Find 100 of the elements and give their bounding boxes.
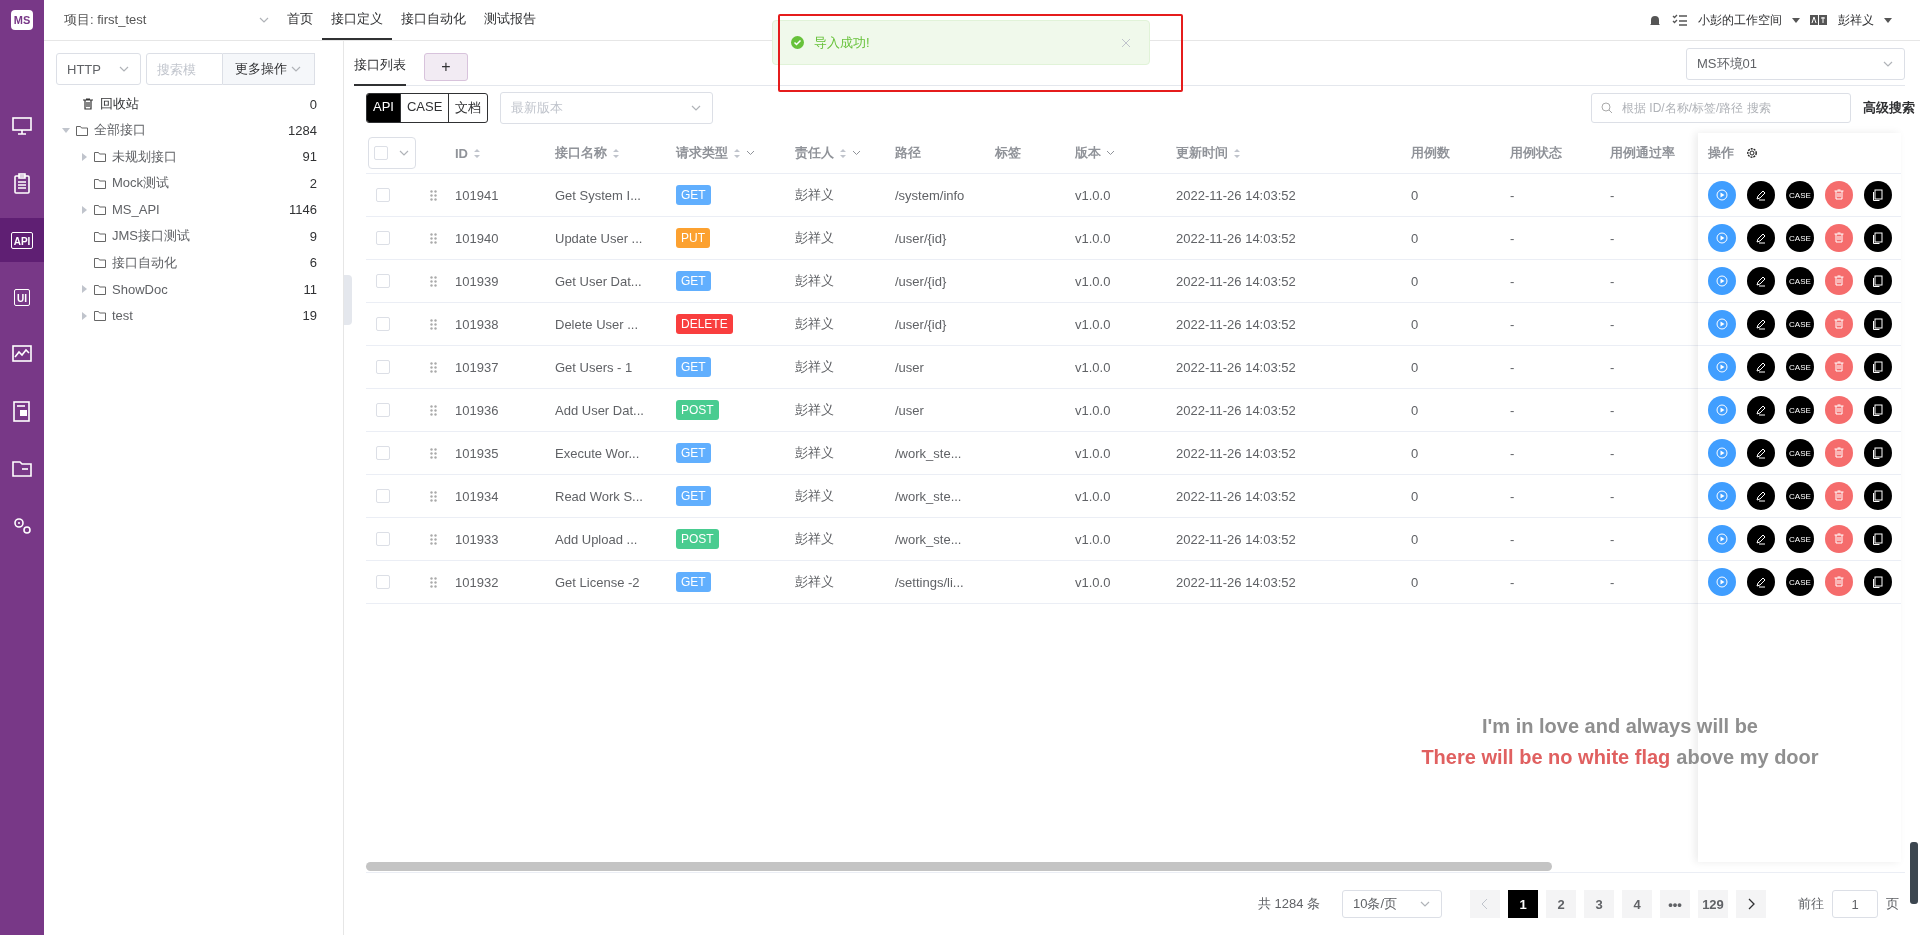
copy-button[interactable]: [1864, 482, 1892, 510]
nav-tab[interactable]: 首页: [278, 0, 322, 40]
sort-icon[interactable]: [612, 147, 620, 159]
search-field[interactable]: 根据 ID/名称/标签/路径 搜索: [1591, 93, 1851, 123]
run-button[interactable]: [1708, 224, 1736, 252]
filter-caret-icon[interactable]: [1106, 149, 1115, 157]
run-button[interactable]: [1708, 439, 1736, 467]
row-checkbox[interactable]: [376, 188, 390, 202]
case-button[interactable]: CASE: [1786, 353, 1814, 381]
copy-button[interactable]: [1864, 310, 1892, 338]
drag-handle-icon[interactable]: [430, 404, 437, 416]
nav-tab[interactable]: 接口自动化: [392, 0, 475, 40]
bell-icon[interactable]: [1648, 13, 1662, 27]
mode-toggle[interactable]: API: [367, 94, 400, 122]
copy-button[interactable]: [1864, 267, 1892, 295]
advanced-search-link[interactable]: 高级搜索: [1863, 99, 1915, 117]
mode-toggle[interactable]: 文档: [448, 94, 488, 122]
edit-button[interactable]: [1747, 181, 1775, 209]
run-button[interactable]: [1708, 525, 1736, 553]
tree-item[interactable]: 接口自动化: [112, 253, 304, 272]
edit-button[interactable]: [1747, 224, 1775, 252]
drag-handle-icon[interactable]: [430, 275, 437, 287]
row-checkbox[interactable]: [376, 446, 390, 460]
row-checkbox[interactable]: [376, 274, 390, 288]
add-tab-button[interactable]: +: [424, 53, 468, 81]
protocol-select[interactable]: HTTP: [56, 53, 141, 85]
edit-button[interactable]: [1747, 396, 1775, 424]
drag-handle-icon[interactable]: [430, 189, 437, 201]
page-size-select[interactable]: 10条/页: [1342, 890, 1442, 918]
environment-select[interactable]: MS环境01: [1686, 48, 1905, 80]
drag-handle-icon[interactable]: [430, 533, 437, 545]
edit-button[interactable]: [1747, 568, 1775, 596]
drag-handle-icon[interactable]: [430, 447, 437, 459]
workspace-menu[interactable]: 小彭的工作空间: [1698, 11, 1800, 29]
scrollbar-thumb[interactable]: [1910, 842, 1918, 904]
edit-button[interactable]: [1747, 439, 1775, 467]
delete-button[interactable]: [1825, 224, 1853, 252]
case-button[interactable]: CASE: [1786, 224, 1814, 252]
row-checkbox[interactable]: [376, 532, 390, 546]
case-button[interactable]: CASE: [1786, 396, 1814, 424]
page-button[interactable]: 4: [1622, 890, 1652, 918]
nav-item[interactable]: API: [0, 218, 44, 262]
expand-arrow-icon[interactable]: [80, 285, 88, 294]
search-field[interactable]: 搜索模: [146, 53, 223, 85]
delete-button[interactable]: [1825, 310, 1853, 338]
row-checkbox[interactable]: [376, 403, 390, 417]
case-button[interactable]: CASE: [1786, 181, 1814, 209]
drag-handle-icon[interactable]: [430, 576, 437, 588]
copy-button[interactable]: [1864, 353, 1892, 381]
edit-button[interactable]: [1747, 525, 1775, 553]
run-button[interactable]: [1708, 568, 1736, 596]
filter-caret-icon[interactable]: [852, 149, 861, 157]
page-number-field[interactable]: 1: [1832, 890, 1878, 918]
copy-button[interactable]: [1864, 396, 1892, 424]
row-checkbox[interactable]: [376, 575, 390, 589]
copy-button[interactable]: [1864, 439, 1892, 467]
user-menu[interactable]: 彭祥义: [1838, 11, 1892, 29]
project-select[interactable]: 项目: first_test: [44, 0, 278, 40]
tree-item[interactable]: JMS接口测试: [112, 227, 304, 246]
expand-arrow-icon[interactable]: [80, 152, 88, 161]
drag-handle-icon[interactable]: [430, 232, 437, 244]
edit-button[interactable]: [1747, 353, 1775, 381]
translate-icon[interactable]: [1810, 14, 1828, 26]
recycle-bin-label[interactable]: 回收站: [100, 95, 304, 113]
edit-button[interactable]: [1747, 310, 1775, 338]
case-button[interactable]: CASE: [1786, 568, 1814, 596]
sort-icon[interactable]: [473, 147, 481, 159]
row-checkbox[interactable]: [376, 231, 390, 245]
page-button[interactable]: 129: [1698, 890, 1728, 918]
more-actions-button[interactable]: 更多操作: [223, 53, 315, 85]
settings-icon[interactable]: [1746, 147, 1758, 159]
nav-item[interactable]: UI: [0, 275, 44, 319]
tree-item[interactable]: 全部接口: [94, 121, 283, 140]
page-button[interactable]: •••: [1660, 890, 1690, 918]
row-checkbox[interactable]: [376, 360, 390, 374]
run-button[interactable]: [1708, 310, 1736, 338]
delete-button[interactable]: [1825, 525, 1853, 553]
expand-arrow-icon[interactable]: [80, 311, 88, 320]
edit-button[interactable]: [1747, 267, 1775, 295]
delete-button[interactable]: [1825, 353, 1853, 381]
case-button[interactable]: CASE: [1786, 310, 1814, 338]
tree-item[interactable]: test: [112, 308, 297, 324]
case-button[interactable]: CASE: [1786, 439, 1814, 467]
copy-button[interactable]: [1864, 568, 1892, 596]
list-icon[interactable]: [1672, 13, 1688, 27]
sort-icon[interactable]: [733, 147, 741, 159]
row-checkbox[interactable]: [376, 489, 390, 503]
mode-toggle[interactable]: CASE: [399, 94, 449, 122]
run-button[interactable]: [1708, 267, 1736, 295]
run-button[interactable]: [1708, 396, 1736, 424]
copy-button[interactable]: [1864, 181, 1892, 209]
page-button[interactable]: 1: [1508, 890, 1538, 918]
run-button[interactable]: [1708, 353, 1736, 381]
copy-button[interactable]: [1864, 525, 1892, 553]
tree-item[interactable]: MS_API: [112, 202, 284, 218]
delete-button[interactable]: [1825, 482, 1853, 510]
nav-tab[interactable]: 测试报告: [475, 0, 545, 40]
row-checkbox[interactable]: [376, 317, 390, 331]
nav-tab[interactable]: 接口定义: [322, 0, 392, 40]
tree-item[interactable]: 未规划接口: [112, 147, 297, 166]
